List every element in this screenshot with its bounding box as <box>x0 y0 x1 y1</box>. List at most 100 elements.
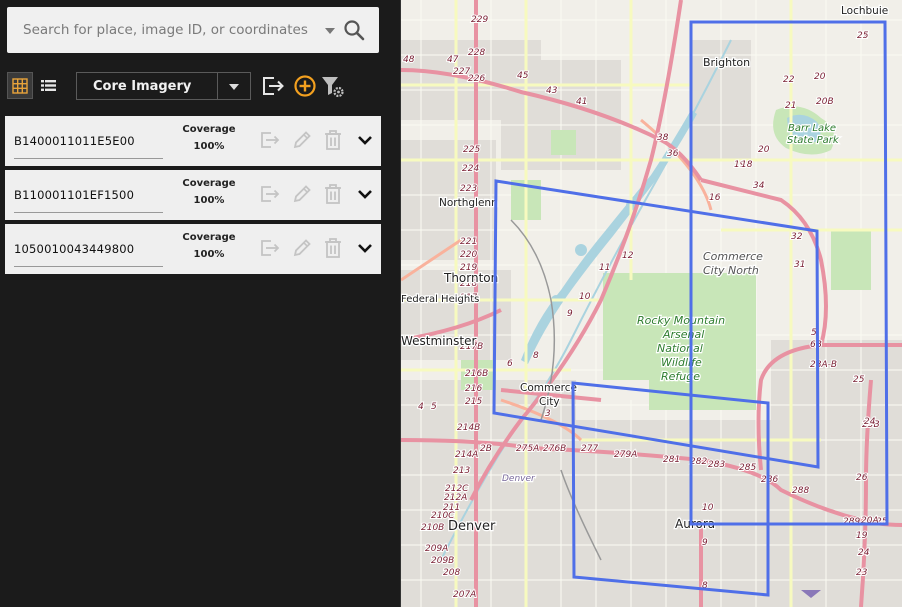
image-search-panel: Core Imagery B140 <box>0 0 401 607</box>
exit-label: 6 <box>507 359 513 369</box>
export-image-button[interactable] <box>259 183 281 205</box>
exit-label: 224 <box>462 164 479 174</box>
exit-label: 24 <box>864 417 876 427</box>
pencil-icon <box>293 185 311 203</box>
image-id: B110001101EF1500 <box>14 188 135 202</box>
exit-label: 288 <box>792 486 809 496</box>
exit-label: 214A <box>455 450 478 460</box>
exit-label: 47 <box>447 55 459 65</box>
image-result-row[interactable]: B1400011011E5E00 Coverage 100% <box>5 116 381 166</box>
delete-image-button[interactable] <box>322 237 344 259</box>
list-icon <box>40 80 56 91</box>
exit-label: 31 <box>794 260 805 270</box>
exit-label: 28A-B <box>810 360 837 370</box>
delete-image-button[interactable] <box>322 129 344 151</box>
export-icon <box>261 240 280 256</box>
image-result-row[interactable]: 1050010043449800 Coverage 100% <box>5 224 381 274</box>
search-icon[interactable] <box>343 19 365 41</box>
image-id: 1050010043449800 <box>14 242 135 256</box>
coverage-value: 100% <box>193 195 225 206</box>
exit-label: 214B <box>457 423 480 433</box>
image-result-row[interactable]: B110001101EF1500 Coverage 100% <box>5 170 381 220</box>
filter-settings-button[interactable] <box>320 73 346 99</box>
exit-label: 20 <box>758 145 770 155</box>
exit-label: 11 <box>599 263 610 273</box>
filter-gear-icon <box>322 77 344 98</box>
place-label: Barr Lake <box>788 123 836 134</box>
exit-label: 43 <box>546 86 558 96</box>
edit-image-button[interactable] <box>291 129 313 151</box>
edit-image-button[interactable] <box>291 237 313 259</box>
chevron-down-icon <box>229 84 239 90</box>
exit-label: 226 <box>468 74 485 84</box>
exit-label: 209A <box>425 544 448 554</box>
coverage-label: Coverage <box>182 178 236 189</box>
exit-label: 275A <box>516 444 539 454</box>
exit-label: 208 <box>443 568 460 578</box>
exit-label: 4 <box>418 402 424 412</box>
place-label: City North <box>703 264 759 277</box>
export-all-button[interactable] <box>260 73 286 99</box>
image-id: B1400011011E5E00 <box>14 134 135 148</box>
place-label: Refuge <box>661 370 700 383</box>
delete-image-button[interactable] <box>322 183 344 205</box>
exit-label: 210B <box>421 523 444 533</box>
export-icon <box>263 77 284 95</box>
exit-label: 36 <box>667 149 679 159</box>
expand-row-button[interactable] <box>354 183 376 205</box>
map-view[interactable]: 229 228 48 47 227 226 45 43 41 38 36 225 224 223 221 22… <box>401 0 902 607</box>
search-options-chevron-down-icon[interactable] <box>325 28 335 34</box>
export-icon <box>261 186 280 202</box>
exit-label: 10 <box>579 292 591 302</box>
exit-label: 48 <box>403 55 415 65</box>
trash-icon <box>325 238 341 258</box>
place-label: Thornton <box>443 271 498 285</box>
add-button[interactable] <box>292 73 318 99</box>
exit-label: 25 <box>857 31 869 41</box>
exit-label: 209B <box>431 556 454 566</box>
export-icon <box>261 132 280 148</box>
select-divider <box>217 73 218 99</box>
results-toolbar: Core Imagery <box>0 72 400 102</box>
exit-label: 22 <box>783 75 795 85</box>
plus-circle-icon <box>294 75 316 97</box>
imagery-layer-select[interactable]: Core Imagery <box>76 72 251 100</box>
export-image-button[interactable] <box>259 129 281 151</box>
expand-row-button[interactable] <box>354 129 376 151</box>
list-view-button[interactable] <box>35 72 61 99</box>
place-label: Denver <box>502 474 536 484</box>
place-label: City <box>539 396 560 408</box>
exit-label: 38 <box>657 133 669 143</box>
exit-label: 25 <box>853 375 865 385</box>
divider <box>14 266 163 267</box>
exit-label: 285 <box>739 463 756 473</box>
pencil-icon <box>293 131 311 149</box>
chevron-down-icon <box>358 136 372 145</box>
export-image-button[interactable] <box>259 237 281 259</box>
expand-row-button[interactable] <box>354 237 376 259</box>
place-label: Wildlife <box>661 356 702 369</box>
place-label: Federal Heights <box>401 294 479 305</box>
exit-label: 16 <box>709 193 721 203</box>
exit-label: 228 <box>468 48 485 58</box>
coverage-label: Coverage <box>182 124 236 135</box>
exit-label: 276B <box>543 444 566 454</box>
exit-label: 45 <box>517 71 529 81</box>
exit-label: 216 <box>465 384 482 394</box>
edit-image-button[interactable] <box>291 183 313 205</box>
exit-label: 213 <box>453 466 470 476</box>
exit-label: 41 <box>576 97 587 107</box>
search-input[interactable] <box>7 7 317 53</box>
place-label: Denver <box>448 519 496 534</box>
exit-label: 5 <box>431 402 437 412</box>
grid-view-button[interactable] <box>7 72 33 99</box>
exit-label: 26 <box>856 473 868 483</box>
exit-label: 6B <box>810 340 822 350</box>
exit-label: 34 <box>753 181 765 191</box>
exit-label: 2B <box>480 444 492 454</box>
exit-label: 221 <box>460 237 477 247</box>
map-canvas[interactable]: 22922848 47227226 454341383622522422322122… <box>401 0 902 607</box>
exit-label: 216B <box>465 369 488 379</box>
place-label: Arsenal <box>662 328 704 341</box>
trash-icon <box>325 184 341 204</box>
